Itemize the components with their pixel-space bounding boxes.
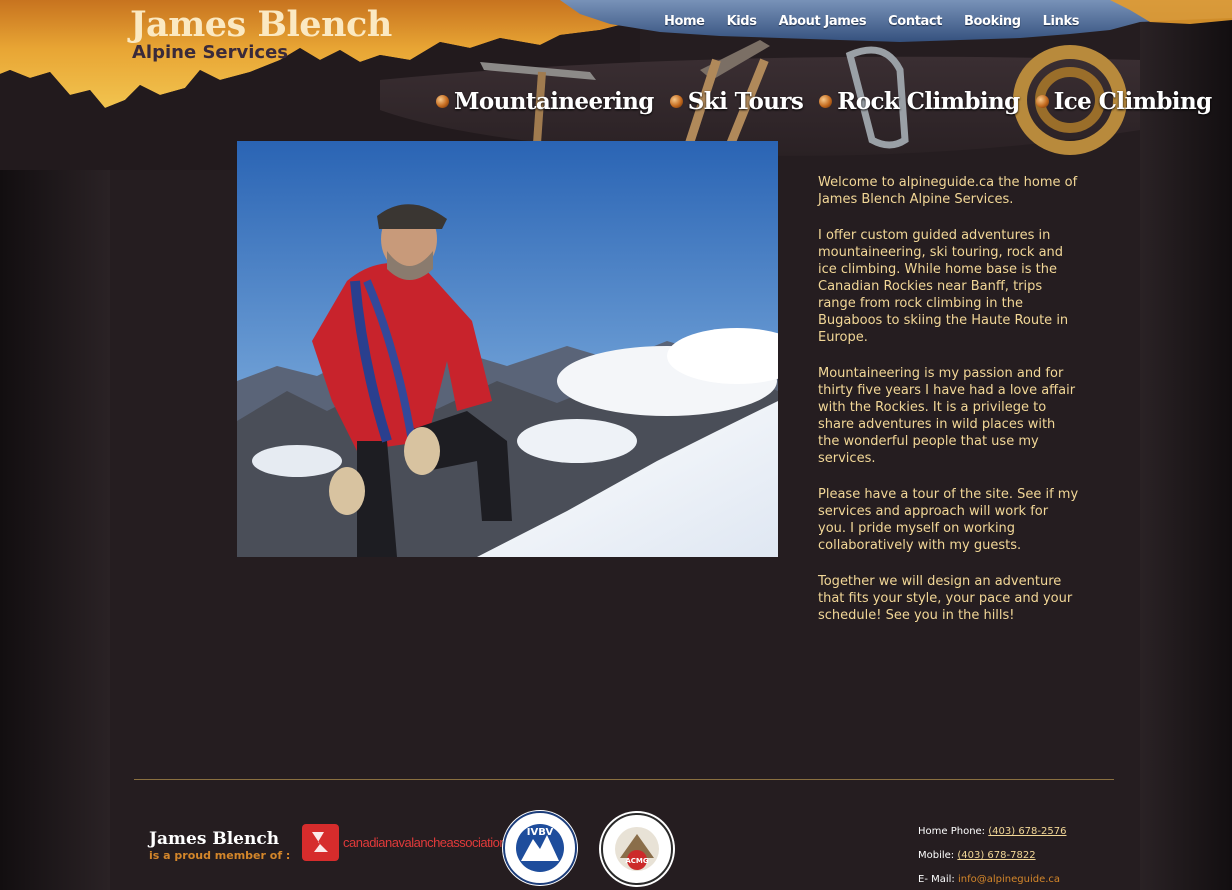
- caa-logo-icon: [302, 824, 339, 861]
- nav-booking[interactable]: Booking: [964, 14, 1021, 29]
- service-ice-climbing[interactable]: Ice Climbing: [1035, 88, 1213, 115]
- contact-info: Home Phone: (403) 678-2576 Mobile: (403)…: [918, 820, 1066, 890]
- mobile-row: Mobile: (403) 678-7822: [918, 844, 1066, 868]
- service-label: Ice Climbing: [1053, 88, 1213, 115]
- ivbv-badge-icon[interactable]: IVBV: [501, 809, 579, 887]
- intro-paragraph: Please have a tour of the site. See if m…: [818, 487, 1079, 553]
- service-label: Rock Climbing: [837, 88, 1020, 115]
- caa-logo-text: canadianavalancheassociation: [343, 835, 507, 850]
- brand-subtitle: Alpine Services: [132, 42, 288, 63]
- intro-paragraph: Mountaineering is my passion and for thi…: [818, 366, 1076, 466]
- ivbv-badge-label: IVBV: [527, 827, 554, 838]
- email-label: E- Mail:: [918, 874, 955, 885]
- service-ski-tours[interactable]: Ski Tours: [669, 88, 804, 115]
- email-link[interactable]: info@alpineguide.ca: [958, 874, 1060, 885]
- footer-member-text: is a proud member of :: [149, 849, 291, 862]
- hero-photo: [237, 141, 778, 557]
- nav-kids[interactable]: Kids: [727, 14, 757, 29]
- orange-bullet-icon: [436, 95, 449, 108]
- intro-paragraph: Welcome to alpineguide.ca the home of Ja…: [818, 175, 1078, 207]
- email-row: E- Mail: info@alpineguide.ca: [918, 868, 1066, 890]
- mobile-label: Mobile:: [918, 850, 955, 861]
- nav-about-james[interactable]: About James: [779, 14, 867, 29]
- orange-bullet-icon: [1035, 95, 1049, 108]
- footer-name: James Blench: [149, 829, 280, 849]
- brand-name[interactable]: James Blench: [130, 4, 392, 45]
- acmg-badge-label: ACMG: [625, 857, 649, 865]
- mobile-link[interactable]: (403) 678-7822: [957, 850, 1035, 861]
- top-navigation: Home Kids About James Contact Booking Li…: [664, 14, 1101, 29]
- intro-paragraph: Together we will design an adventure tha…: [818, 574, 1073, 623]
- nav-contact[interactable]: Contact: [888, 14, 942, 29]
- home-phone-row: Home Phone: (403) 678-2576: [918, 820, 1066, 844]
- service-navigation: Mountaineering Ski Tours Rock Climbing I…: [436, 88, 1228, 115]
- service-label: Mountaineering: [454, 88, 654, 115]
- caa-logo[interactable]: canadianavalancheassociation: [302, 824, 507, 861]
- intro-text: Welcome to alpineguide.ca the home of Ja…: [818, 174, 1080, 643]
- service-label: Ski Tours: [687, 88, 804, 115]
- home-phone-label: Home Phone:: [918, 826, 986, 837]
- orange-bullet-icon: [819, 95, 833, 108]
- orange-bullet-icon: [669, 95, 683, 108]
- intro-paragraph: I offer custom guided adventures in moun…: [818, 228, 1069, 345]
- service-mountaineering[interactable]: Mountaineering: [436, 88, 654, 115]
- nav-home[interactable]: Home: [664, 14, 705, 29]
- home-phone-link[interactable]: (403) 678-2576: [988, 826, 1066, 837]
- service-rock-climbing[interactable]: Rock Climbing: [819, 88, 1020, 115]
- acmg-badge-icon[interactable]: ACMG: [598, 810, 676, 888]
- nav-links[interactable]: Links: [1043, 14, 1080, 29]
- footer-divider: [134, 779, 1114, 780]
